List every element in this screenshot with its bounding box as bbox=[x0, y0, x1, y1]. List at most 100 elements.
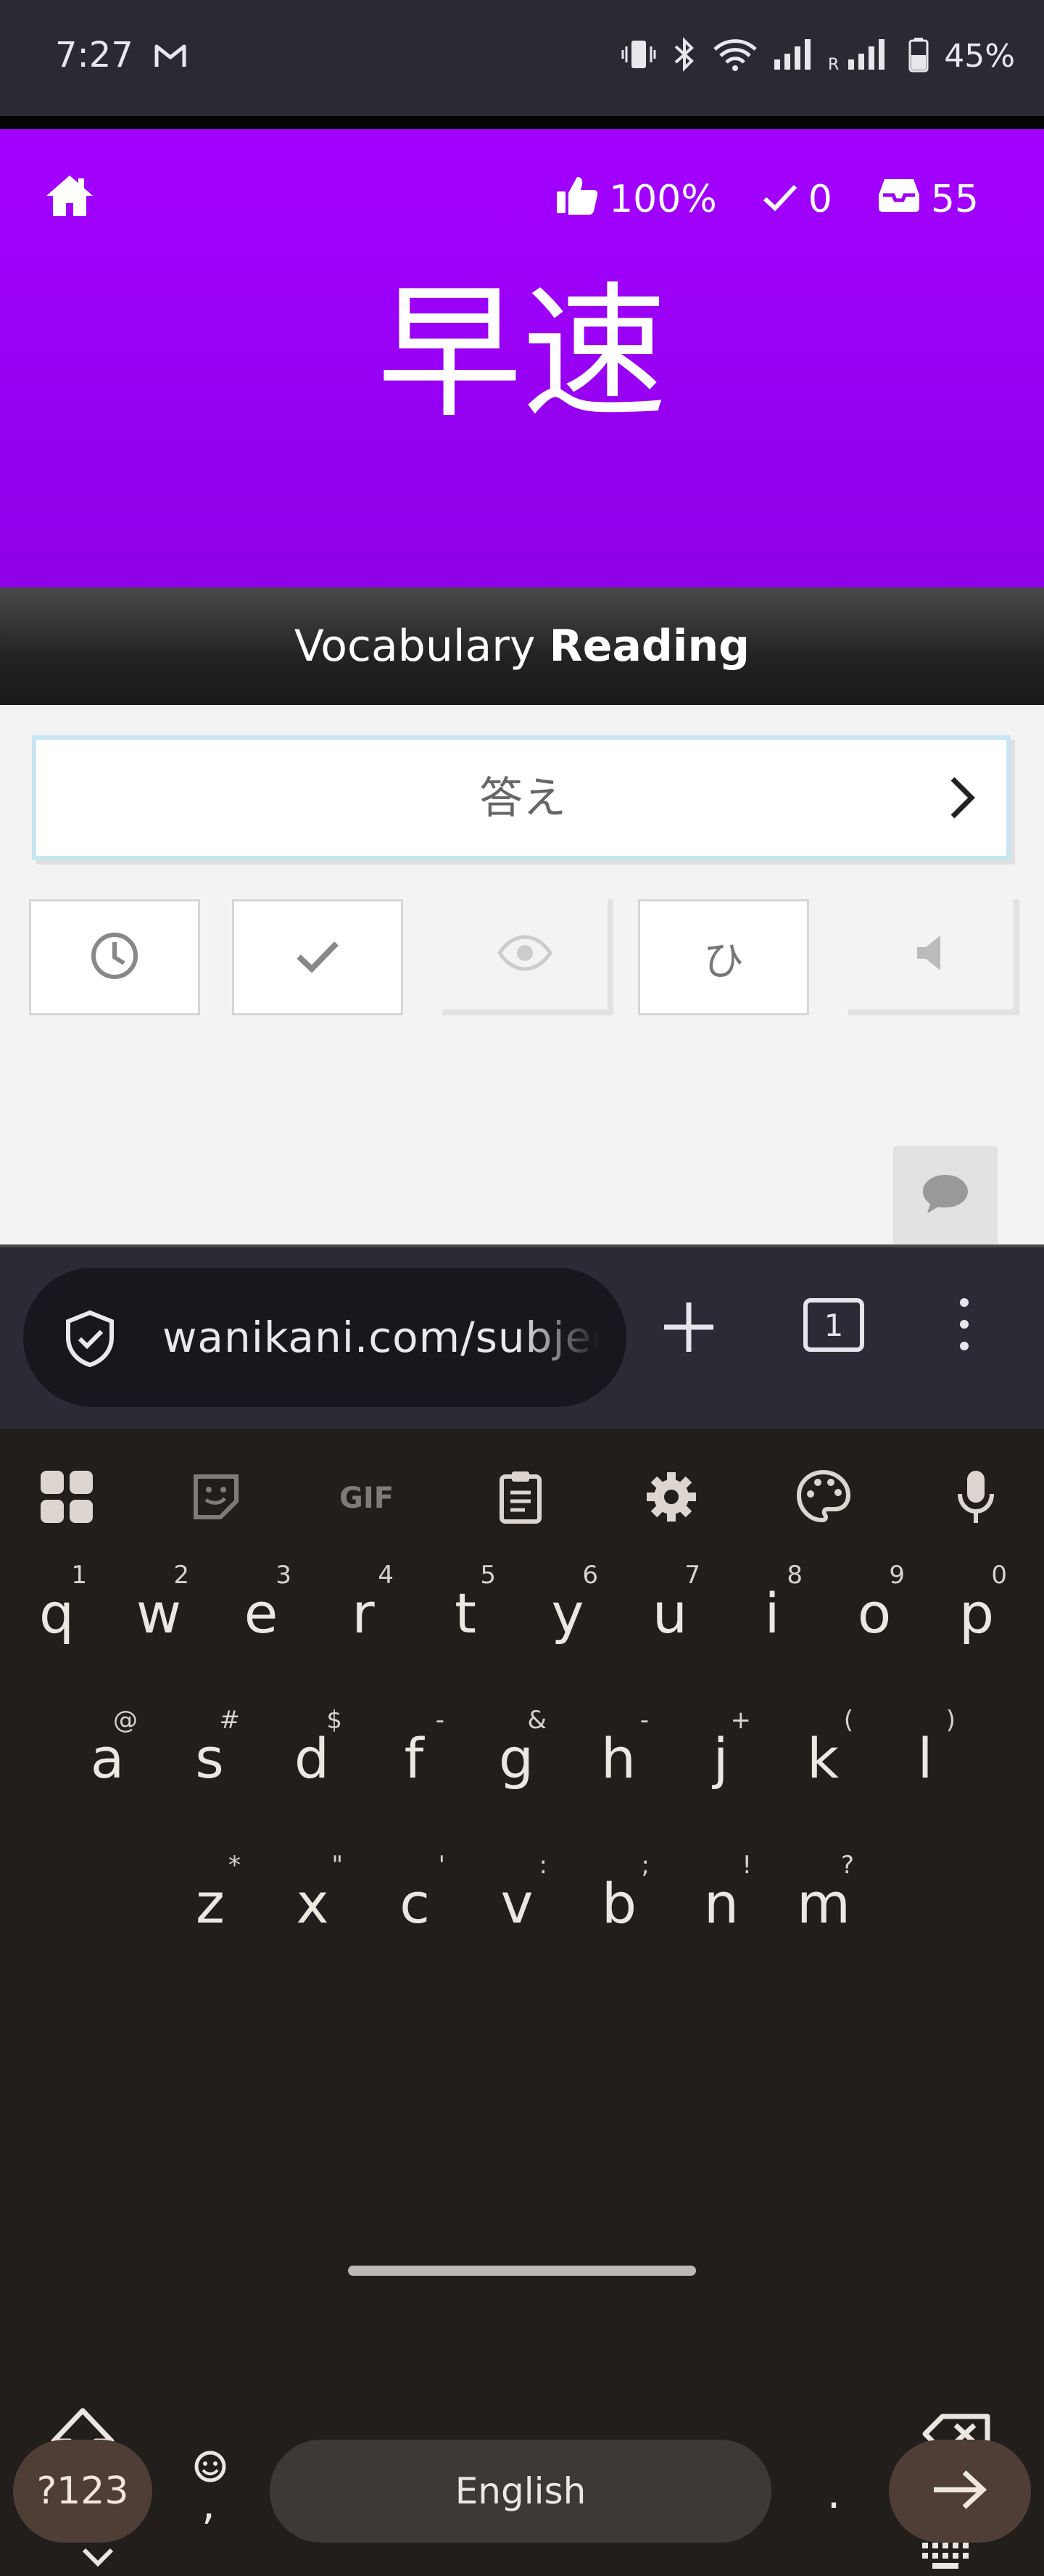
key-n[interactable]: n! bbox=[678, 1842, 765, 1965]
key-r[interactable]: r4 bbox=[320, 1552, 407, 1675]
tab-switcher-button[interactable]: 1 bbox=[803, 1298, 864, 1352]
key-c[interactable]: c ' bbox=[371, 1842, 458, 1965]
key-label: w bbox=[136, 1581, 182, 1646]
completed-stat: 0 bbox=[762, 178, 832, 221]
question-type: Reading bbox=[549, 621, 750, 672]
feedback-button[interactable] bbox=[893, 1146, 998, 1244]
battery-percent: 45% bbox=[944, 37, 1015, 75]
emoji-key-comma: , bbox=[202, 2479, 216, 2530]
key-q[interactable]: q1 bbox=[13, 1552, 100, 1675]
overflow-menu-button[interactable] bbox=[958, 1295, 970, 1356]
key-hint: ; bbox=[641, 1851, 650, 1880]
new-tab-button[interactable] bbox=[661, 1300, 716, 1358]
key-f[interactable]: f- bbox=[370, 1697, 457, 1820]
enter-key[interactable] bbox=[889, 2440, 1031, 2543]
key-o[interactable]: o9 bbox=[831, 1552, 918, 1675]
key-l[interactable]: l) bbox=[882, 1697, 969, 1820]
gmail-icon bbox=[154, 42, 187, 73]
answer-input[interactable] bbox=[36, 740, 1009, 857]
review-stats: 100% 0 55 bbox=[510, 174, 979, 224]
item-info-button[interactable] bbox=[442, 899, 613, 1015]
key-g[interactable]: g & bbox=[473, 1697, 560, 1820]
microphone-icon[interactable] bbox=[947, 1468, 1005, 1526]
emoji-key[interactable]: , bbox=[181, 2443, 239, 2544]
key-b[interactable]: b; bbox=[576, 1842, 663, 1965]
key-label: x bbox=[296, 1871, 329, 1936]
key-hint: - bbox=[435, 1706, 444, 1735]
key-j[interactable]: j + bbox=[677, 1697, 764, 1820]
gif-icon[interactable]: GIF bbox=[338, 1468, 403, 1526]
key-label: p bbox=[958, 1581, 995, 1646]
key-hint: 6 bbox=[582, 1561, 598, 1590]
apps-grid-icon[interactable] bbox=[38, 1468, 96, 1526]
eye-icon bbox=[497, 935, 552, 974]
settings-gear-icon[interactable] bbox=[642, 1468, 700, 1526]
key-label: s bbox=[195, 1726, 224, 1791]
space-key[interactable]: English bbox=[270, 2440, 771, 2543]
keyboard-toolbar: GIF bbox=[0, 1429, 1044, 1558]
key-hint: - bbox=[639, 1706, 649, 1735]
key-hint: ? bbox=[840, 1851, 854, 1880]
key-label: a bbox=[90, 1726, 125, 1791]
key-e[interactable]: e3 bbox=[218, 1552, 304, 1675]
key-y[interactable]: y6 bbox=[524, 1552, 611, 1675]
wrap-up-button[interactable] bbox=[232, 899, 403, 1015]
palette-icon[interactable] bbox=[795, 1468, 853, 1526]
key-hint: 1 bbox=[71, 1561, 87, 1590]
key-label: t bbox=[455, 1581, 476, 1646]
key-hint: $ bbox=[326, 1706, 342, 1735]
key-x[interactable]: x " bbox=[269, 1842, 356, 1965]
collapse-keyboard-button[interactable] bbox=[80, 2543, 116, 2575]
period-key[interactable]: . bbox=[805, 2443, 863, 2544]
key-hint: ' bbox=[438, 1851, 445, 1880]
address-bar[interactable]: wanikani.com/subjec bbox=[23, 1268, 626, 1407]
navigation-handle[interactable] bbox=[348, 2266, 696, 2276]
submit-chevron-icon[interactable] bbox=[947, 775, 979, 824]
key-p[interactable]: p0 bbox=[933, 1552, 1020, 1675]
key-w[interactable]: w2 bbox=[115, 1552, 202, 1675]
completed-count: 0 bbox=[808, 177, 832, 221]
on-screen-keyboard: GIF q 1 w 2 e 3 r 4 t 5 y 6 u 7 i 8 o 9 p 0 a @ s # d $ f - g & h - j + k(… bbox=[0, 1429, 1044, 2569]
keyboard-icon bbox=[921, 2543, 970, 2576]
key-hint: ( bbox=[843, 1706, 853, 1735]
sticker-icon[interactable] bbox=[187, 1468, 245, 1526]
svg-text:GIF: GIF bbox=[339, 1482, 394, 1515]
status-icons: R 45% bbox=[621, 36, 1015, 75]
key-a[interactable]: a @ bbox=[64, 1697, 151, 1820]
key-hint: ! bbox=[742, 1851, 752, 1880]
key-z[interactable]: z * bbox=[167, 1842, 254, 1965]
key-label: c bbox=[399, 1871, 430, 1936]
audio-button[interactable] bbox=[848, 899, 1019, 1015]
home-icon[interactable] bbox=[44, 173, 96, 222]
last-items-button[interactable] bbox=[29, 899, 200, 1015]
clock-icon bbox=[89, 930, 140, 984]
battery-icon bbox=[908, 36, 929, 75]
key-t[interactable]: t5 bbox=[422, 1552, 509, 1675]
symbols-key[interactable]: ?123 bbox=[13, 2440, 152, 2543]
key-hint: @ bbox=[113, 1706, 138, 1735]
key-v[interactable]: v: bbox=[473, 1842, 560, 1965]
browser-toolbar: wanikani.com/subjec 1 bbox=[0, 1247, 1044, 1429]
key-h[interactable]: h- bbox=[575, 1697, 662, 1820]
key-hint: # bbox=[219, 1706, 241, 1735]
key-hint: 2 bbox=[173, 1561, 189, 1590]
url-fade bbox=[518, 1268, 626, 1407]
answer-field-wrapper bbox=[32, 735, 1011, 860]
check-icon bbox=[294, 938, 341, 977]
key-d[interactable]: d $ bbox=[268, 1697, 355, 1820]
kana-chart-button[interactable]: ひ bbox=[638, 899, 809, 1015]
clipboard-icon[interactable] bbox=[492, 1468, 550, 1526]
key-m[interactable]: m? bbox=[780, 1842, 867, 1965]
key-k[interactable]: k( bbox=[779, 1697, 866, 1820]
key-s[interactable]: s # bbox=[166, 1697, 253, 1820]
key-label: z bbox=[196, 1871, 225, 1936]
key-i[interactable]: i8 bbox=[729, 1552, 816, 1675]
shield-check-icon[interactable] bbox=[64, 1310, 116, 1371]
check-icon bbox=[762, 178, 798, 221]
key-u[interactable]: u7 bbox=[626, 1552, 713, 1675]
key-label: j bbox=[713, 1726, 729, 1791]
kana-label: ひ bbox=[703, 937, 744, 985]
answer-area: ひ bbox=[0, 705, 1044, 1244]
key-label: m bbox=[796, 1871, 851, 1936]
keyboard-switcher-button[interactable] bbox=[921, 2541, 970, 2576]
